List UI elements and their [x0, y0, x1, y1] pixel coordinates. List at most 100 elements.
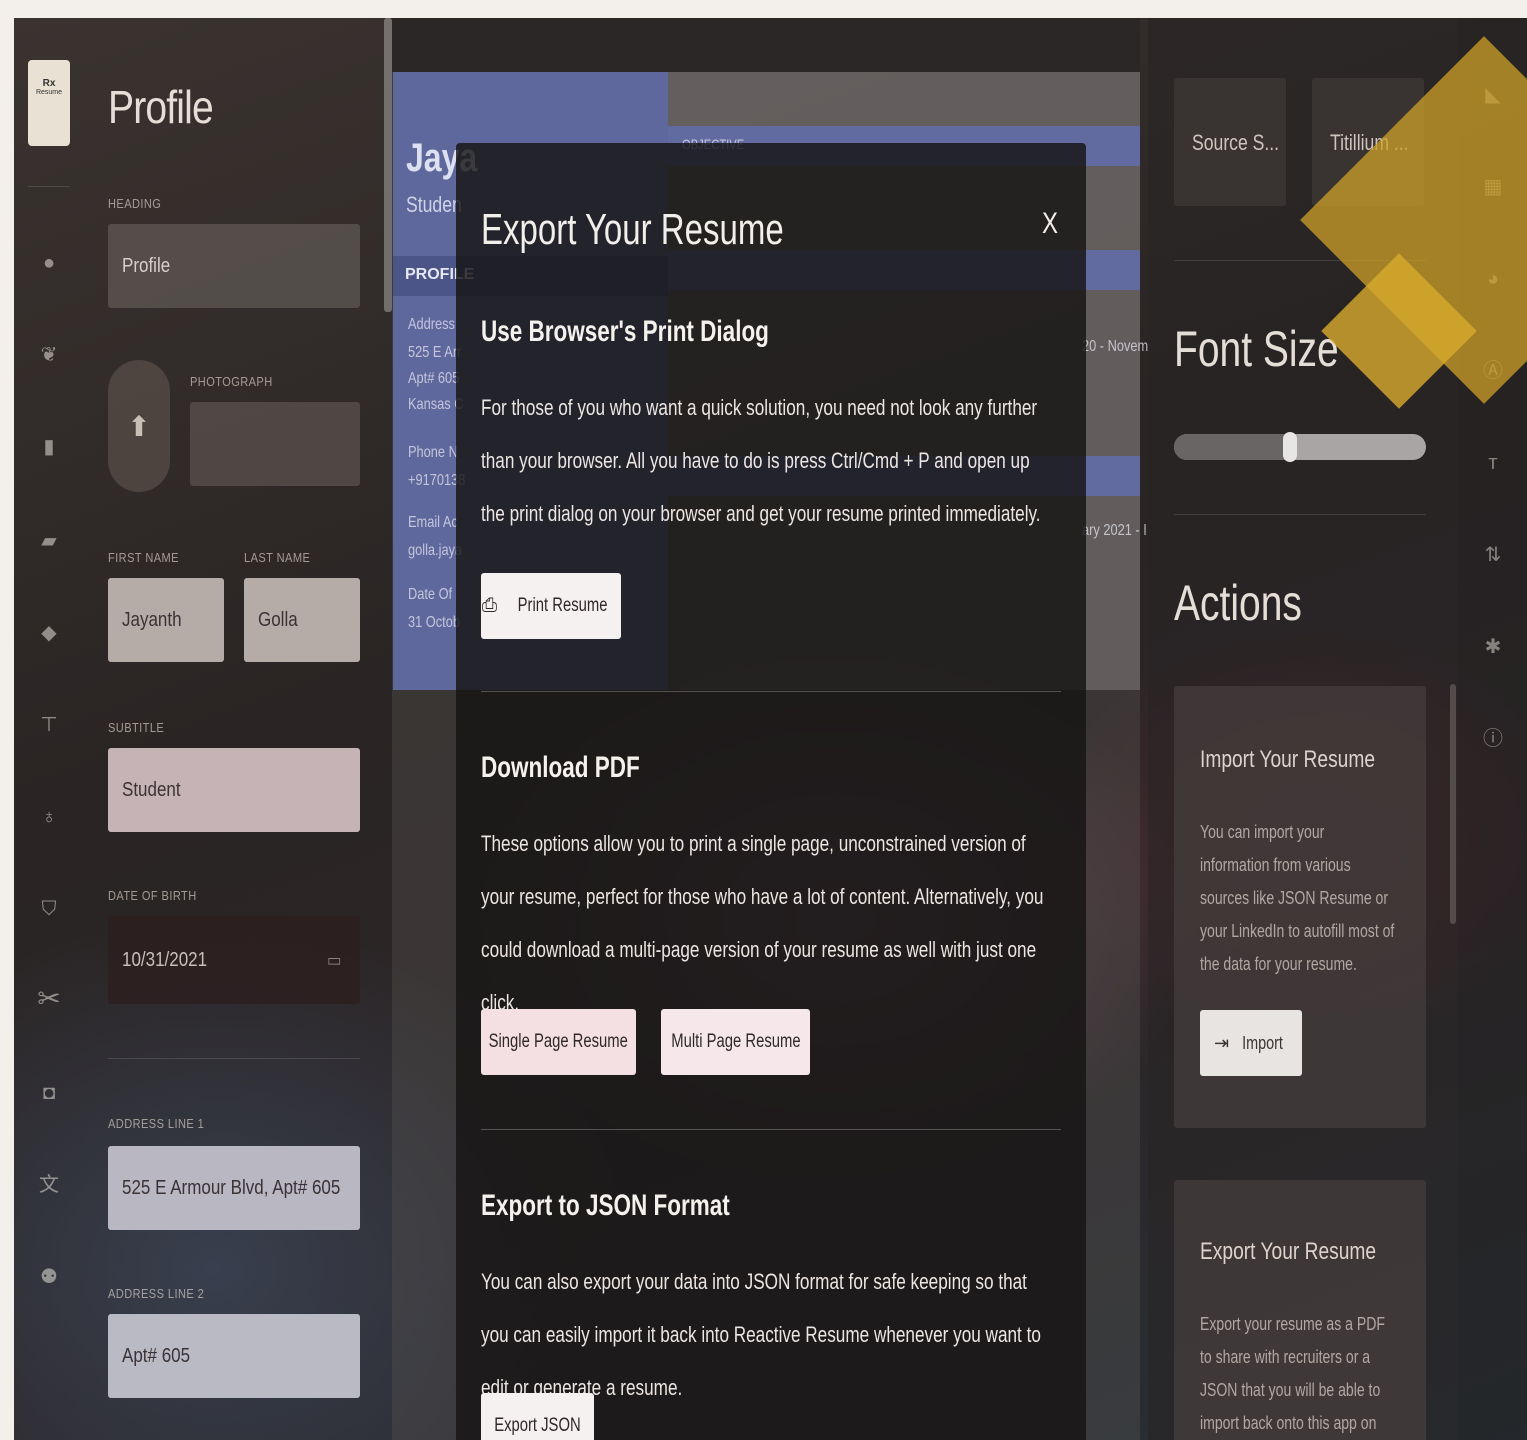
close-button[interactable]: X	[1042, 207, 1058, 241]
multi-page-resume-button[interactable]: Multi Page Resume	[661, 1009, 810, 1075]
dob-value: 10/31/2021	[122, 948, 208, 971]
address2-label: ADDRESS LINE 2	[108, 1286, 205, 1301]
text-size-icon[interactable]: т	[1480, 450, 1506, 476]
export-json-button[interactable]: Export JSON	[481, 1393, 594, 1440]
document-icon[interactable]: ▮	[36, 434, 62, 460]
logo-text: Rx	[42, 78, 56, 89]
last-name-value: Golla	[258, 608, 298, 631]
dob-label: DATE OF BIRTH	[108, 888, 197, 903]
first-name-value: Jayanth	[122, 608, 182, 631]
import-card: Import Your Resume You can import your i…	[1174, 686, 1426, 1128]
award-icon[interactable]: ♁	[36, 804, 62, 830]
font-size-title: Font Size	[1174, 321, 1339, 377]
multi-page-label: Multi Page Resume	[670, 1031, 801, 1052]
editor-scrollbar[interactable]	[384, 18, 392, 312]
resume-address-label: Address	[408, 316, 455, 333]
settings-icon[interactable]: ✱	[1480, 634, 1506, 660]
briefcase-icon[interactable]: ▰	[36, 528, 62, 554]
address2-value: Apt# 605	[122, 1344, 191, 1367]
resume-email-value: golla.jaya	[408, 542, 463, 559]
resume-dob-label: Date Of	[408, 586, 453, 603]
profile-editor: Profile HEADING Profile ⬆ PHOTOGRAPH FIR…	[82, 18, 384, 1440]
people-icon[interactable]: ⚉	[36, 1264, 62, 1290]
export-card: Export Your Resume Export your resume as…	[1174, 1180, 1426, 1440]
upload-photo-button[interactable]: ⬆	[108, 360, 170, 492]
font-size-slider-thumb[interactable]	[1282, 432, 1297, 462]
last-name-input[interactable]: Golla	[244, 578, 360, 662]
print-section-title: Use Browser's Print Dialog	[481, 315, 769, 348]
json-section-text: You can also export your data into JSON …	[481, 1269, 1041, 1400]
info-icon[interactable]: ⓘ	[1480, 726, 1506, 752]
heading-label: HEADING	[108, 196, 162, 211]
import-button-label: Import	[1242, 1032, 1283, 1053]
font-option-name: Source S...	[1192, 130, 1280, 155]
shield-icon[interactable]: ⛉	[36, 896, 62, 922]
single-page-resume-button[interactable]: Single Page Resume	[481, 1009, 636, 1075]
export-card-title: Export Your Resume	[1200, 1238, 1377, 1265]
address1-input[interactable]: 525 E Armour Blvd, Apt# 605	[108, 1146, 360, 1230]
translate-icon[interactable]: 文	[36, 1172, 62, 1198]
import-card-text: You can import your information from var…	[1200, 822, 1395, 974]
modal-divider	[481, 691, 1061, 692]
heading-input[interactable]: Profile	[108, 224, 360, 308]
single-page-label: Single Page Resume	[488, 1031, 629, 1052]
gamepad-icon[interactable]: ◘	[36, 1080, 62, 1106]
print-section-text: For those of you who want a quick soluti…	[481, 395, 1041, 526]
resume-subtitle: Studen	[406, 192, 462, 217]
left-nav-rail: Rx Resume ● ❦ ▮ ▰ ◆ ⊤ ♁ ⛉ ✂ ◘ 文 ⚉	[14, 18, 82, 1440]
resume-dob-value: 31 Octob	[408, 614, 460, 631]
font-size-slider[interactable]	[1174, 432, 1426, 462]
import-icon: ⇥	[1213, 1032, 1230, 1053]
font-option-card[interactable]: Source S...	[1174, 78, 1286, 206]
export-modal: Export Your Resume X Use Browser's Print…	[456, 143, 1086, 1440]
printer-icon: ⎙	[481, 595, 498, 616]
resume-date-range-1: 20 - Novem	[1082, 338, 1149, 355]
upload-icon: ⬆	[127, 410, 151, 442]
pdf-section-title: Download PDF	[481, 751, 640, 784]
dob-input[interactable]: 10/31/2021 ▭	[108, 916, 360, 1004]
json-section-title: Export to JSON Format	[481, 1189, 730, 1222]
subtitle-label: SUBTITLE	[108, 720, 165, 735]
actions-title: Actions	[1174, 575, 1302, 631]
export-card-text: Export your resume as a PDF to share wit…	[1200, 1314, 1385, 1433]
modal-title: Export Your Resume	[481, 205, 784, 254]
layers-icon[interactable]: ◆	[36, 620, 62, 646]
section-divider	[108, 1058, 360, 1059]
resume-address-line1: 525 E Arr	[408, 344, 462, 361]
user-icon[interactable]: ●	[36, 250, 62, 276]
panel-divider	[1174, 514, 1426, 515]
resume-date-range-2: ary 2021 - I	[1082, 522, 1147, 539]
print-resume-button[interactable]: ⎙ Print Resume	[481, 573, 621, 639]
logo-subtext: Resume	[35, 89, 63, 96]
last-name-label: LAST NAME	[244, 550, 311, 565]
resume-phone-label: Phone N	[408, 444, 458, 461]
heading-input-value: Profile	[122, 254, 171, 277]
photograph-label: PHOTOGRAPH	[190, 374, 273, 389]
address2-input[interactable]: Apt# 605	[108, 1314, 360, 1398]
photograph-url-input[interactable]	[190, 402, 360, 486]
pdf-section-text: These options allow you to print a singl…	[481, 831, 1044, 1015]
project-icon[interactable]: ⊤	[36, 712, 62, 738]
address1-label: ADDRESS LINE 1	[108, 1116, 205, 1131]
resume-email-label: Email Ac	[408, 514, 458, 531]
sort-icon[interactable]: ⇅	[1480, 542, 1506, 568]
import-button[interactable]: ⇥ Import	[1200, 1010, 1302, 1076]
first-name-label: FIRST NAME	[108, 550, 179, 565]
subtitle-value: Student	[122, 778, 181, 801]
scissors-icon[interactable]: ✂	[36, 985, 62, 1013]
export-json-label: Export JSON	[494, 1415, 581, 1436]
import-card-title: Import Your Resume	[1200, 746, 1376, 773]
subtitle-input[interactable]: Student	[108, 748, 360, 832]
calendar-icon[interactable]: ▭	[327, 950, 341, 971]
font-size-slider-fill	[1174, 434, 1290, 460]
print-resume-label: Print Resume	[517, 595, 608, 616]
address1-value: 525 E Armour Blvd, Apt# 605	[122, 1176, 341, 1199]
app-window: Rx Resume ● ❦ ▮ ▰ ◆ ⊤ ♁ ⛉ ✂ ◘ 文 ⚉ Profil…	[14, 18, 1527, 1440]
twitter-icon[interactable]: ❦	[36, 342, 62, 368]
resume-address-line2: Apt# 605	[408, 370, 460, 387]
app-logo[interactable]: Rx Resume	[28, 60, 70, 146]
editor-title: Profile	[108, 81, 214, 133]
modal-divider	[481, 1129, 1061, 1130]
first-name-input[interactable]: Jayanth	[108, 578, 224, 662]
panel-scrollbar[interactable]	[1450, 684, 1456, 924]
